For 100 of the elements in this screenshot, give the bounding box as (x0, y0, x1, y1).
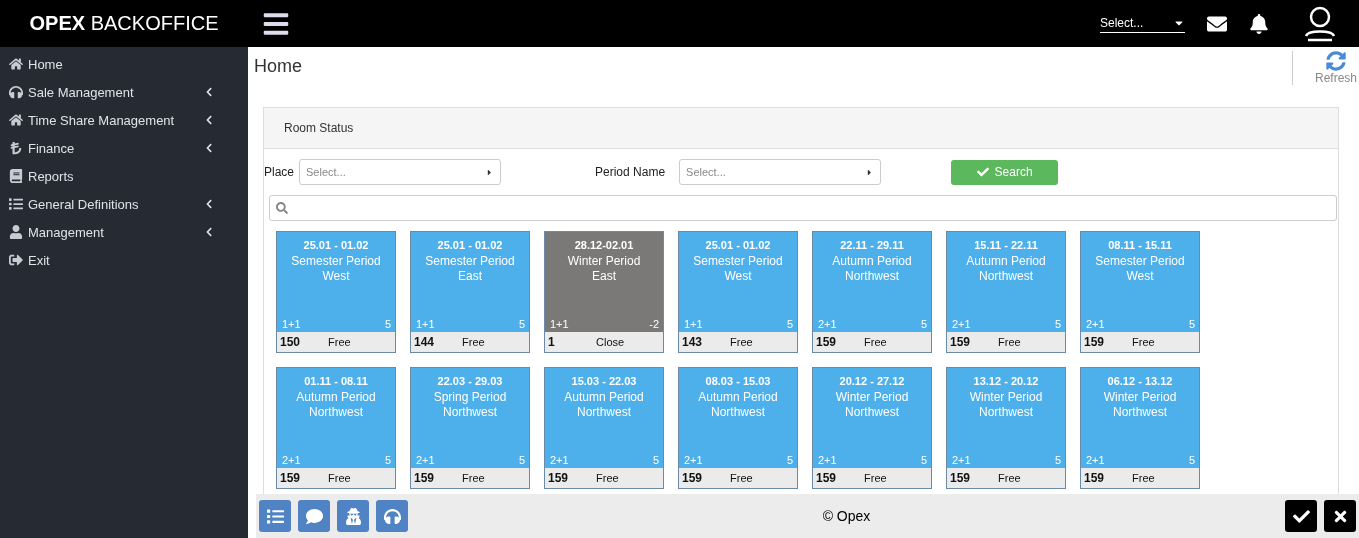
room-period: Autumn Period (563, 390, 645, 405)
room-count: -2 (649, 318, 659, 330)
room-card[interactable]: 08.11 - 15.11 Semester Period West 2+1 5 159 Free (1080, 231, 1200, 353)
list-icon[interactable] (259, 500, 291, 532)
room-dates: 01.11 - 08.11 (303, 375, 369, 387)
room-number: 159 (950, 335, 972, 349)
room-dates: 15.11 - 22.11 (973, 239, 1039, 251)
room-card[interactable]: 25.01 - 01.02 Semester Period West 1+1 5 150 Free (276, 231, 396, 353)
room-count: 5 (518, 454, 525, 466)
sidebar-item[interactable]: Sale Management (0, 78, 248, 106)
sidebar-item[interactable]: Finance (0, 134, 248, 162)
room-period: Semester Period (692, 254, 784, 269)
room-number: 159 (816, 471, 838, 485)
room-card[interactable]: 06.12 - 13.12 Winter Period Northwest 2+1 5 159 Free (1080, 367, 1200, 489)
room-number: 159 (816, 335, 838, 349)
select-field[interactable]: Select... (679, 159, 882, 185)
room-card[interactable]: 01.11 - 08.11 Autumn Period Northwest 2+1 5 159 Free (276, 367, 396, 489)
select-field[interactable]: Select... (299, 159, 502, 185)
room-status: Free (998, 472, 1021, 484)
room-count: 5 (1054, 454, 1061, 466)
room-type: 1+1 (282, 318, 301, 330)
room-status: Free (864, 336, 887, 348)
room-count: 5 (920, 318, 927, 330)
room-type: 1+1 (684, 318, 703, 330)
room-type: 2+1 (282, 454, 301, 466)
room-type: 2+1 (818, 318, 837, 330)
home-icon (9, 113, 23, 127)
check-icon (976, 166, 989, 178)
room-card[interactable]: 13.12 - 20.12 Winter Period Northwest 2+1 5 159 Free (946, 367, 1066, 489)
room-place: East (457, 269, 483, 284)
book-icon (9, 169, 23, 183)
room-card[interactable]: 22.11 - 29.11 Autumn Period Northwest 2+1 5 159 Free (812, 231, 932, 353)
list-icon (9, 197, 23, 211)
room-card[interactable]: 22.03 - 29.03 Spring Period Northwest 2+1 5 159 Free (410, 367, 530, 489)
room-card[interactable]: 25.01 - 01.02 Semester Period East 1+1 5 144 Free (410, 231, 530, 353)
bell-icon[interactable] (1249, 13, 1269, 34)
room-status: Free (998, 336, 1021, 348)
chat-icon[interactable] (298, 500, 330, 532)
room-dates: 22.11 - 29.11 (839, 239, 905, 251)
room-number: 159 (1084, 471, 1106, 485)
sidebar-item[interactable]: Time Share Management (0, 106, 248, 134)
room-card[interactable]: 15.03 - 22.03 Autumn Period Northwest 2+1 5 159 Free (544, 367, 664, 489)
room-status: Free (730, 336, 753, 348)
search-icon (276, 202, 288, 214)
room-type: 2+1 (550, 454, 569, 466)
room-status: Free (328, 336, 351, 348)
room-count: 5 (518, 318, 525, 330)
user-icon (9, 225, 23, 239)
room-card[interactable]: 25.01 - 01.02 Semester Period West 1+1 5 143 Free (678, 231, 798, 353)
room-status: Free (1132, 336, 1155, 348)
header-select[interactable]: Select... (1100, 14, 1185, 33)
sidebar-item[interactable]: Home (0, 50, 248, 78)
close-button[interactable] (1324, 500, 1356, 532)
room-period: Autumn Period (831, 254, 913, 269)
room-card[interactable]: 28.12-02.01 Winter Period East 1+1 -2 1 Close (544, 231, 664, 353)
filter-label: Place (264, 165, 295, 179)
chevron-icon (204, 87, 214, 97)
room-period: Semester Period (424, 254, 516, 269)
room-place: Northwest (576, 405, 632, 420)
room-period: Winter Period (1102, 390, 1178, 405)
search-field[interactable] (269, 195, 1337, 221)
room-card[interactable]: 08.03 - 15.03 Autumn Period Northwest 2+1 5 159 Free (678, 367, 798, 489)
room-dates: 25.01 - 01.02 (436, 239, 504, 251)
refresh-icon (1326, 51, 1346, 71)
agent-icon[interactable] (337, 500, 369, 532)
room-status: Free (462, 336, 485, 348)
room-period: Winter Period (968, 390, 1044, 405)
panel-title: Room Status (264, 108, 1338, 149)
room-dates: 25.01 - 01.02 (704, 239, 772, 251)
sidebar-item[interactable]: Exit (0, 246, 248, 274)
confirm-button[interactable] (1285, 500, 1317, 532)
room-type: 2+1 (952, 318, 971, 330)
room-dates: 08.11 - 15.11 (1107, 239, 1173, 251)
room-place: Northwest (442, 405, 498, 420)
headphones-icon[interactable] (376, 500, 408, 532)
headphones-icon (9, 85, 23, 99)
refresh-button[interactable]: Refresh (1291, 51, 1357, 85)
room-number: 150 (280, 335, 302, 349)
avatar-icon[interactable] (1303, 5, 1337, 42)
chevron-icon (204, 199, 214, 209)
room-place: Northwest (978, 405, 1034, 420)
room-status: Free (596, 472, 619, 484)
sidebar-item[interactable]: Reports (0, 162, 248, 190)
room-period: Semester Period (1094, 254, 1186, 269)
room-count: 5 (920, 454, 927, 466)
room-dates: 25.01 - 01.02 (302, 239, 370, 251)
room-card[interactable]: 20.12 - 27.12 Winter Period Northwest 2+1 5 159 Free (812, 367, 932, 489)
check-icon (1292, 507, 1310, 525)
room-type: 2+1 (1086, 318, 1105, 330)
room-place: Northwest (710, 405, 766, 420)
sidebar-item[interactable]: Management (0, 218, 248, 246)
room-type: 1+1 (416, 318, 435, 330)
room-card[interactable]: 15.11 - 22.11 Autumn Period Northwest 2+1 5 159 Free (946, 231, 1066, 353)
lira-icon (9, 141, 23, 155)
sidebar-item[interactable]: General Definitions (0, 190, 248, 218)
room-count: 5 (384, 454, 391, 466)
room-place: Northwest (844, 405, 900, 420)
room-count: 5 (384, 318, 391, 330)
room-place: Northwest (308, 405, 364, 420)
room-place: East (591, 269, 617, 284)
